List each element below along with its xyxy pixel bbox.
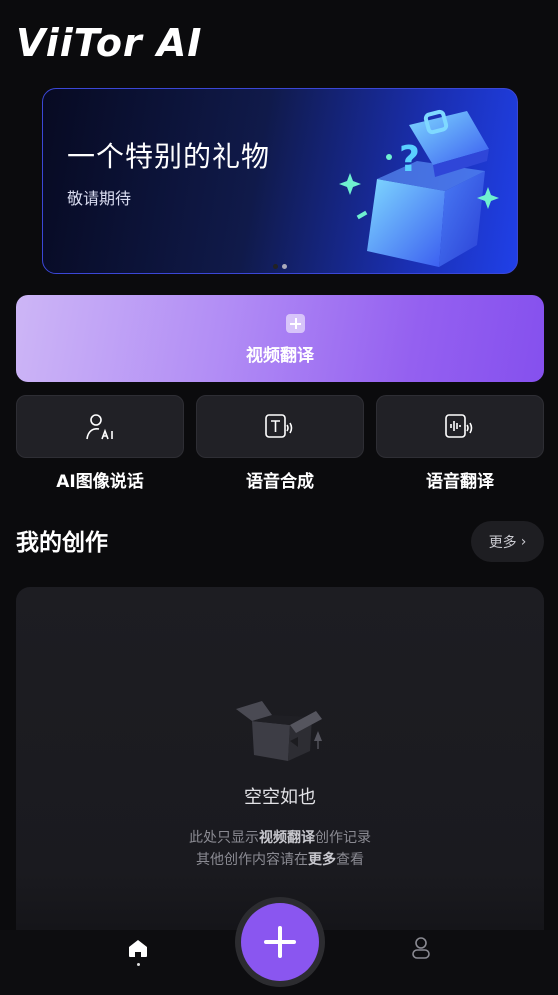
promo-banner[interactable]: 一个特别的礼物 敬请期待 ? [42,88,518,274]
empty-state-title: 空空如也 [244,787,316,808]
plus-icon [286,314,305,333]
home-icon[interactable] [126,936,150,960]
banner-title: 一个特别的礼物 [67,140,271,173]
profile-icon[interactable] [410,936,432,960]
empty-box-icon [236,701,322,761]
gift-box-icon: ? [339,109,499,267]
empty-hint-line-2: 其他创作内容请在更多查看 [196,852,364,868]
create-plus-button[interactable] [241,903,319,981]
video-translate-label: 视频翻译 [246,346,314,366]
nav-active-indicator [137,963,140,966]
voice-translate-icon [445,413,473,438]
banner-subtitle: 敬请期待 [67,189,132,208]
text-to-speech-icon [265,413,293,438]
tool-ai-image-talk[interactable] [16,395,184,458]
tool-label-ai-image-talk: AI图像说话 [56,472,144,492]
tool-label-speech-synthesis: 语音合成 [246,472,314,492]
tool-speech-synthesis[interactable] [196,395,364,458]
banner-dot-active[interactable] [273,264,278,269]
svg-text:?: ? [399,139,420,180]
empty-hint-line-1: 此处只显示视频翻译创作记录 [189,830,371,846]
tool-voice-translate[interactable] [376,395,544,458]
ai-avatar-icon [86,413,113,439]
more-label: 更多 [488,534,517,551]
more-button[interactable]: 更多 › [471,521,544,562]
tool-label-voice-translate: 语音翻译 [426,472,494,492]
video-translate-button[interactable]: 视频翻译 [16,295,544,382]
app-logo: ViiTor AI [16,21,203,65]
my-works-title: 我的创作 [16,530,108,556]
chevron-right-icon: › [520,533,527,550]
banner-pagination [273,264,287,269]
banner-dot[interactable] [282,264,287,269]
